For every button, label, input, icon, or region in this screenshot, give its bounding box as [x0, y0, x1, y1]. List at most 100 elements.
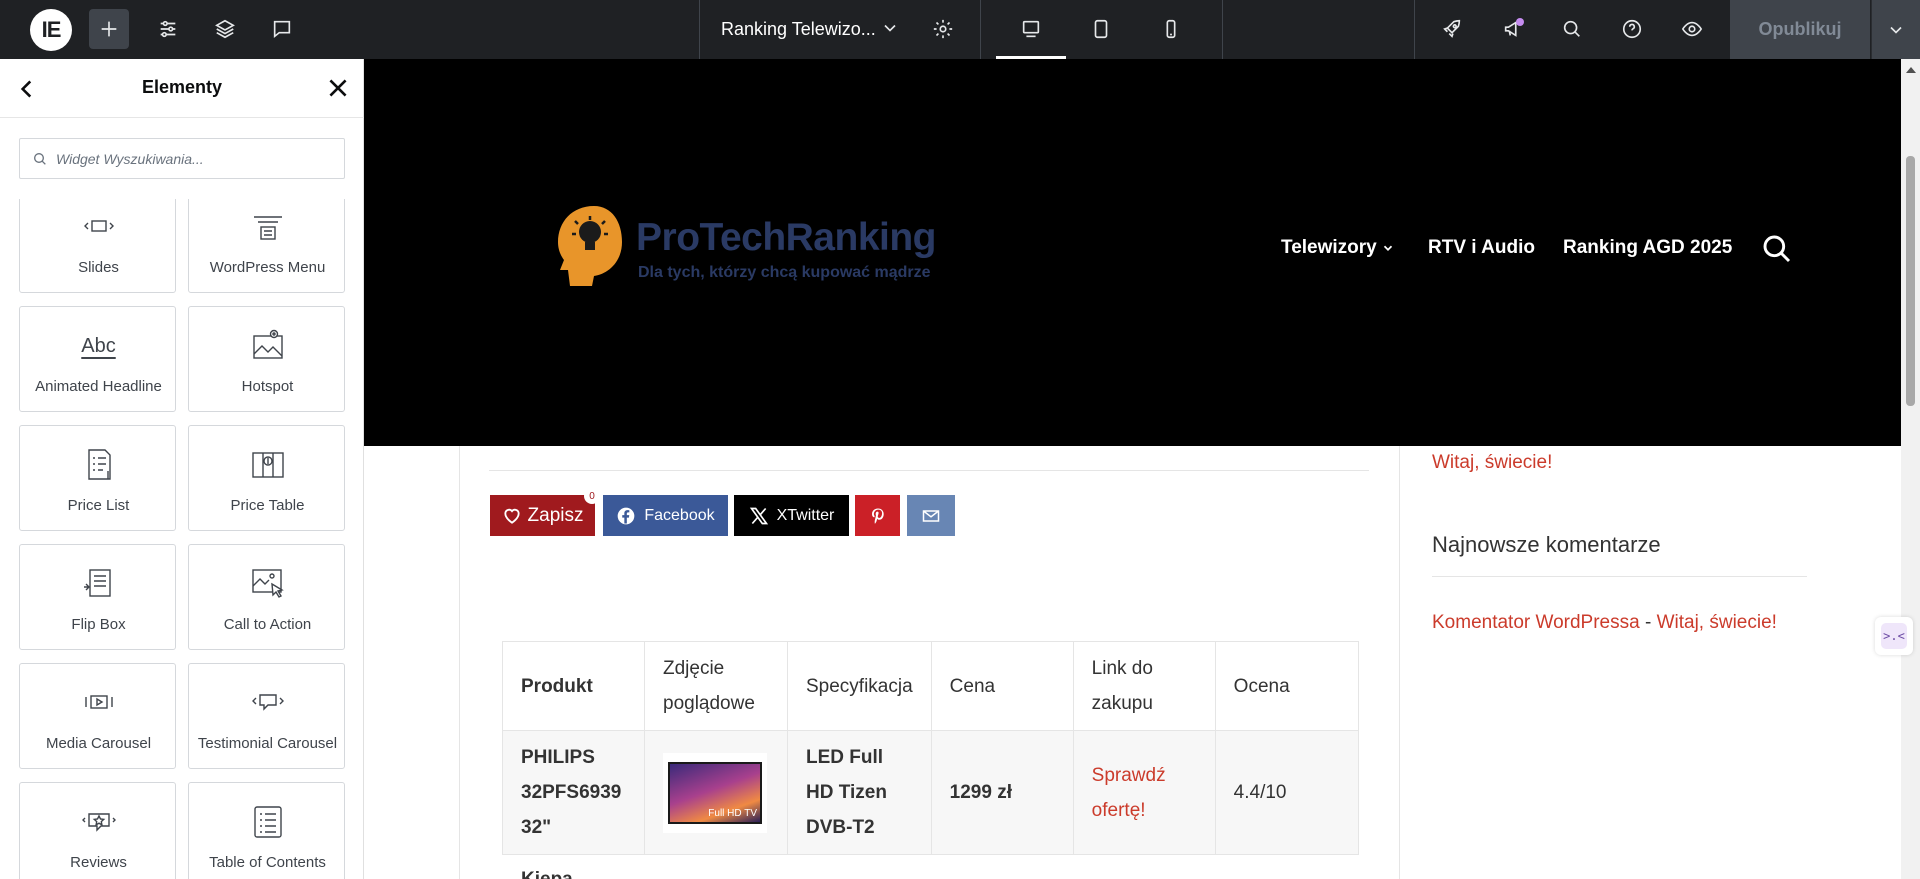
document-title[interactable]: Ranking Telewizo...	[721, 19, 876, 40]
chevron-down-icon	[1383, 245, 1392, 251]
widget-table-of-contents[interactable]: Table of Contents	[188, 782, 345, 879]
document-menu-chevron[interactable]	[880, 18, 900, 43]
scroll-up-arrow[interactable]	[1906, 67, 1916, 73]
chat-bubble-icon	[273, 20, 291, 39]
comments-button[interactable]	[262, 9, 302, 49]
recent-comment: Komentator WordPressa - Witaj, świecie!	[1432, 612, 1777, 634]
plus-icon	[101, 21, 117, 37]
product-name: Kiepa	[521, 865, 573, 879]
divider	[1414, 0, 1415, 59]
help-button[interactable]	[1612, 9, 1652, 49]
widget-label: Testimonial Carousel	[197, 735, 338, 752]
preview-button[interactable]	[1672, 9, 1712, 49]
table-of-contents-icon	[189, 803, 345, 841]
price-table-icon	[189, 446, 345, 484]
call-to-action-icon	[189, 565, 345, 603]
widget-label: Flip Box	[71, 616, 126, 633]
buy-link[interactable]: Sprawdź ofertę!	[1072, 730, 1216, 855]
structure-button[interactable]	[205, 9, 245, 49]
publish-button[interactable]: Opublikuj	[1730, 0, 1870, 59]
chevron-down-icon	[1890, 26, 1902, 34]
product-price: 1299 zł	[930, 730, 1074, 855]
rocket-icon	[1443, 19, 1461, 38]
widget-price-list[interactable]: Price List	[19, 425, 176, 531]
widget-reviews[interactable]: Reviews	[19, 782, 176, 879]
pinterest-icon	[871, 508, 884, 524]
widget-label: Animated Headline	[35, 378, 162, 395]
widget-price-table[interactable]: Price Table	[188, 425, 345, 531]
recent-post-link[interactable]: Witaj, świecie!	[1432, 452, 1552, 474]
site-settings-button[interactable]	[148, 9, 188, 49]
widget-media-carousel[interactable]: Media Carousel	[19, 663, 176, 769]
share-pinterest-button[interactable]	[855, 495, 900, 536]
widget-animated-headline[interactable]: Abc Animated Headline	[19, 306, 176, 412]
widget-slides[interactable]: Slides	[19, 199, 176, 293]
recent-comments-heading: Najnowsze komentarze	[1432, 532, 1661, 557]
share-facebook-button[interactable]: Facebook	[603, 495, 728, 536]
floating-tool-button[interactable]: >.<	[1875, 617, 1913, 655]
widget-testimonial-carousel[interactable]: Testimonial Carousel	[188, 663, 345, 769]
wordpress-menu-icon	[189, 208, 345, 246]
widget-flip-box[interactable]: Flip Box	[19, 544, 176, 650]
product-image[interactable]: Full HD TV	[663, 752, 767, 833]
product-spec: LED Full HD Tizen DVB-T2	[787, 730, 932, 855]
widget-hotspot[interactable]: Hotspot	[188, 306, 345, 412]
widget-call-to-action[interactable]: Call to Action	[188, 544, 345, 650]
table-header: Produkt	[502, 641, 645, 731]
lightbulb-head-logo-icon	[558, 206, 622, 286]
widget-wordpress-menu[interactable]: WordPress Menu	[188, 199, 345, 293]
canvas-scrollbar[interactable]	[1901, 59, 1920, 879]
widget-label: Call to Action	[223, 616, 312, 633]
close-icon	[329, 79, 347, 97]
widget-search-input[interactable]	[56, 150, 336, 167]
table-header: Specyfikacja	[787, 641, 932, 731]
close-panel-button[interactable]	[325, 75, 351, 106]
facebook-icon	[618, 507, 635, 524]
add-element-button[interactable]	[89, 9, 129, 49]
elements-panel: Elementy Slides WordPress Menu Abc Anima…	[0, 59, 364, 879]
testimonial-carousel-icon	[189, 684, 345, 722]
page-settings-button[interactable]	[923, 9, 963, 49]
site-header[interactable]: ProTechRanking Dla tych, którzy chcą kup…	[364, 59, 1901, 446]
desktop-view-button[interactable]	[1011, 9, 1051, 49]
divider	[980, 0, 981, 59]
nav-label: Telewizory	[1281, 237, 1377, 258]
reviews-icon	[20, 803, 177, 841]
scroll-thumb[interactable]	[1906, 156, 1915, 406]
elementor-logo-button[interactable]: IE	[30, 9, 72, 51]
divider	[699, 0, 700, 59]
hotspot-icon	[189, 327, 345, 365]
envelope-icon	[922, 509, 940, 522]
nav-item-telewizory[interactable]: Telewizory	[1281, 237, 1395, 259]
divider	[489, 470, 1369, 471]
tablet-view-button[interactable]	[1081, 9, 1121, 49]
divider	[1432, 576, 1807, 577]
launchpad-button[interactable]	[1432, 9, 1472, 49]
widget-label: Slides	[78, 259, 119, 276]
publish-options-button[interactable]	[1871, 0, 1920, 59]
product-image-cell: Full HD TV	[644, 730, 788, 855]
facebook-label: Facebook	[644, 506, 715, 524]
finder-button[interactable]	[1552, 9, 1592, 49]
help-icon	[1622, 19, 1642, 39]
divider	[1222, 0, 1223, 59]
animated-headline-glyph: Abc	[81, 334, 116, 357]
twitter-label: XTwitter	[776, 506, 835, 524]
media-carousel-icon	[20, 684, 177, 722]
widget-search[interactable]	[19, 138, 345, 179]
comment-author-link[interactable]: Komentator WordPressa	[1432, 612, 1640, 633]
widget-label: Media Carousel	[45, 735, 152, 752]
mobile-view-button[interactable]	[1151, 9, 1191, 49]
comment-post-link[interactable]: Witaj, świecie!	[1657, 612, 1777, 633]
site-logo[interactable]: ProTechRanking Dla tych, którzy chcą kup…	[554, 204, 937, 294]
flip-box-icon	[20, 565, 177, 603]
share-twitter-button[interactable]: XTwitter	[734, 495, 849, 536]
gear-icon	[933, 19, 953, 39]
nav-item-ranking-agd[interactable]: Ranking AGD 2025	[1563, 237, 1732, 259]
save-button[interactable]: Zapisz	[490, 495, 595, 536]
elementor-logo-icon: IE	[41, 17, 62, 42]
nav-item-rtv-audio[interactable]: RTV i Audio	[1428, 237, 1535, 259]
share-email-button[interactable]	[907, 495, 955, 536]
header-search-button[interactable]	[1761, 233, 1793, 270]
whats-new-button[interactable]	[1493, 9, 1533, 49]
